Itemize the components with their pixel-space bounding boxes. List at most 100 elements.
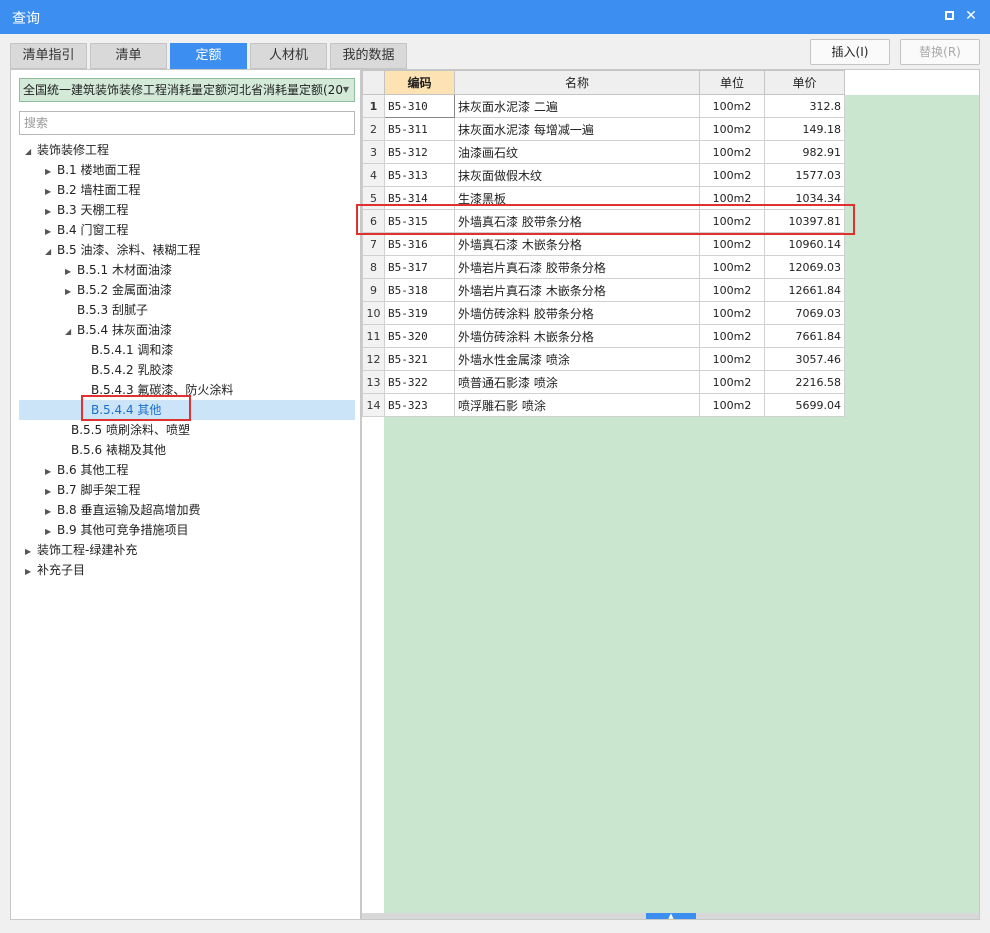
insert-button[interactable]: 插入(I) xyxy=(810,39,890,65)
collapsed-icon[interactable]: ▶ xyxy=(45,462,57,482)
cell-price[interactable]: 312.8 xyxy=(764,94,845,118)
cell-unit[interactable]: 100m2 xyxy=(699,140,765,164)
cell-price[interactable]: 3057.46 xyxy=(764,347,845,371)
cell-code[interactable]: B5-314 xyxy=(384,186,455,210)
cell-unit[interactable]: 100m2 xyxy=(699,393,765,417)
cell-unit[interactable]: 100m2 xyxy=(699,186,765,210)
horizontal-scrollbar[interactable]: ▲ xyxy=(362,913,979,919)
tree-node[interactable]: ▶ B.8 垂直运输及超高增加费 xyxy=(45,500,201,520)
collapsed-icon[interactable]: ▶ xyxy=(65,282,77,302)
cell-name[interactable]: 外墙水性金属漆 喷涂 xyxy=(454,347,700,371)
cell-name[interactable]: 抹灰面水泥漆 二遍 xyxy=(454,94,700,118)
tab-quota[interactable]: 定额 xyxy=(170,43,247,69)
row-number[interactable]: 11 xyxy=(362,324,385,348)
table-row[interactable]: 10 B5-319 外墙仿砖涂料 胶带条分格 100m2 7069.03 xyxy=(362,301,845,325)
cell-code[interactable]: B5-320 xyxy=(384,324,455,348)
table-row[interactable]: 11 B5-320 外墙仿砖涂料 木嵌条分格 100m2 7661.84 xyxy=(362,324,845,348)
tree-node[interactable]: B.5.6 裱糊及其他 xyxy=(71,440,166,460)
cell-price[interactable]: 10960.14 xyxy=(764,232,845,256)
row-number[interactable]: 1 xyxy=(362,94,385,118)
tree-node[interactable]: ◢ B.5 油漆、涂料、裱糊工程 xyxy=(45,240,201,260)
table-row[interactable]: 9 B5-318 外墙岩片真石漆 木嵌条分格 100m2 12661.84 xyxy=(362,278,845,302)
tree-node[interactable]: ▶ B.2 墙柱面工程 xyxy=(45,180,141,200)
tree-node[interactable]: ▶ B.4 门窗工程 xyxy=(45,220,129,240)
expanded-icon[interactable]: ◢ xyxy=(45,242,57,262)
close-button[interactable]: ✕ xyxy=(962,7,980,25)
row-number[interactable]: 5 xyxy=(362,186,385,210)
cell-unit[interactable]: 100m2 xyxy=(699,347,765,371)
replace-button[interactable]: 替换(R) xyxy=(900,39,980,65)
table-row[interactable]: 13 B5-322 喷普通石影漆 喷涂 100m2 2216.58 xyxy=(362,370,845,394)
tree-node[interactable]: B.5.5 喷刷涂料、喷塑 xyxy=(71,420,190,440)
quota-library-select[interactable]: 全国统一建筑装饰装修工程消耗量定额河北省消耗量定额(20 ▼ xyxy=(19,78,355,102)
row-number[interactable]: 9 xyxy=(362,278,385,302)
corner-cell[interactable] xyxy=(362,70,385,95)
table-row[interactable]: 5 B5-314 生漆黑板 100m2 1034.34 xyxy=(362,186,845,210)
cell-unit[interactable]: 100m2 xyxy=(699,232,765,256)
tree-node[interactable]: ▶ B.5.1 木材面油漆 xyxy=(65,260,172,280)
tree-node[interactable]: B.5.3 刮腻子 xyxy=(65,300,148,320)
cell-name[interactable]: 生漆黑板 xyxy=(454,186,700,210)
cell-name[interactable]: 外墙真石漆 胶带条分格 xyxy=(454,209,700,233)
tree-node[interactable]: B.5.4.1 调和漆 xyxy=(91,340,173,360)
cell-price[interactable]: 982.91 xyxy=(764,140,845,164)
tab-my-data[interactable]: 我的数据 xyxy=(330,43,407,69)
collapsed-icon[interactable]: ▶ xyxy=(45,162,57,182)
cell-code[interactable]: B5-313 xyxy=(384,163,455,187)
cell-unit[interactable]: 100m2 xyxy=(699,117,765,141)
tree-node[interactable]: ▶ 补充子目 xyxy=(25,560,85,580)
row-number[interactable]: 8 xyxy=(362,255,385,279)
cell-name[interactable]: 油漆画石纹 xyxy=(454,140,700,164)
cell-price[interactable]: 149.18 xyxy=(764,117,845,141)
cell-unit[interactable]: 100m2 xyxy=(699,94,765,118)
cell-name[interactable]: 抹灰面水泥漆 每增减一遍 xyxy=(454,117,700,141)
tree-node-selected[interactable]: B.5.4.4 其他 xyxy=(19,400,355,420)
row-number[interactable]: 6 xyxy=(362,209,385,233)
table-row[interactable]: 6 B5-315 外墙真石漆 胶带条分格 100m2 10397.81 xyxy=(362,209,845,233)
cell-name[interactable]: 抹灰面做假木纹 xyxy=(454,163,700,187)
tree-node[interactable]: ▶ B.6 其他工程 xyxy=(45,460,129,480)
collapsed-icon[interactable]: ▶ xyxy=(45,202,57,222)
collapsed-icon[interactable]: ▶ xyxy=(25,562,37,582)
scroll-thumb[interactable]: ▲ xyxy=(646,913,696,919)
tree-node[interactable]: ▶ 装饰工程-绿建补充 xyxy=(25,540,137,560)
cell-code[interactable]: B5-318 xyxy=(384,278,455,302)
cell-price[interactable]: 7069.03 xyxy=(764,301,845,325)
cell-unit[interactable]: 100m2 xyxy=(699,370,765,394)
cell-code[interactable]: B5-310 xyxy=(384,94,455,118)
collapsed-icon[interactable]: ▶ xyxy=(45,522,57,542)
cell-code[interactable]: B5-316 xyxy=(384,232,455,256)
table-row[interactable]: 1 B5-310 抹灰面水泥漆 二遍 100m2 312.8 xyxy=(362,94,845,118)
column-header-name[interactable]: 名称 xyxy=(454,70,700,95)
collapsed-icon[interactable]: ▶ xyxy=(45,222,57,242)
tab-bill[interactable]: 清单 xyxy=(90,43,167,69)
collapsed-icon[interactable]: ▶ xyxy=(25,542,37,562)
cell-unit[interactable]: 100m2 xyxy=(699,301,765,325)
cell-name[interactable]: 外墙仿砖涂料 木嵌条分格 xyxy=(454,324,700,348)
cell-price[interactable]: 12661.84 xyxy=(764,278,845,302)
cell-name[interactable]: 外墙真石漆 木嵌条分格 xyxy=(454,232,700,256)
cell-price[interactable]: 7661.84 xyxy=(764,324,845,348)
tab-labor-material-machine[interactable]: 人材机 xyxy=(250,43,327,69)
cell-name[interactable]: 外墙仿砖涂料 胶带条分格 xyxy=(454,301,700,325)
tab-bill-guide[interactable]: 清单指引 xyxy=(10,43,87,69)
tree-node[interactable]: ◢ 装饰装修工程 xyxy=(25,140,109,160)
cell-price[interactable]: 5699.04 xyxy=(764,393,845,417)
table-row[interactable]: 2 B5-311 抹灰面水泥漆 每增减一遍 100m2 149.18 xyxy=(362,117,845,141)
tree-node[interactable]: B.5.4.3 氟碳漆、防火涂料 xyxy=(91,380,233,400)
cell-code[interactable]: B5-317 xyxy=(384,255,455,279)
tree-node[interactable]: ▶ B.1 楼地面工程 xyxy=(45,160,141,180)
row-number[interactable]: 10 xyxy=(362,301,385,325)
cell-unit[interactable]: 100m2 xyxy=(699,163,765,187)
cell-code[interactable]: B5-323 xyxy=(384,393,455,417)
table-row[interactable]: 14 B5-323 喷浮雕石影 喷涂 100m2 5699.04 xyxy=(362,393,845,417)
expanded-icon[interactable]: ◢ xyxy=(25,142,37,162)
row-number[interactable]: 3 xyxy=(362,140,385,164)
cell-code[interactable]: B5-312 xyxy=(384,140,455,164)
cell-name[interactable]: 外墙岩片真石漆 木嵌条分格 xyxy=(454,278,700,302)
table-row[interactable]: 7 B5-316 外墙真石漆 木嵌条分格 100m2 10960.14 xyxy=(362,232,845,256)
row-number[interactable]: 2 xyxy=(362,117,385,141)
column-header-unit[interactable]: 单位 xyxy=(699,70,765,95)
column-header-code[interactable]: 编码 xyxy=(384,70,455,95)
table-row[interactable]: 4 B5-313 抹灰面做假木纹 100m2 1577.03 xyxy=(362,163,845,187)
